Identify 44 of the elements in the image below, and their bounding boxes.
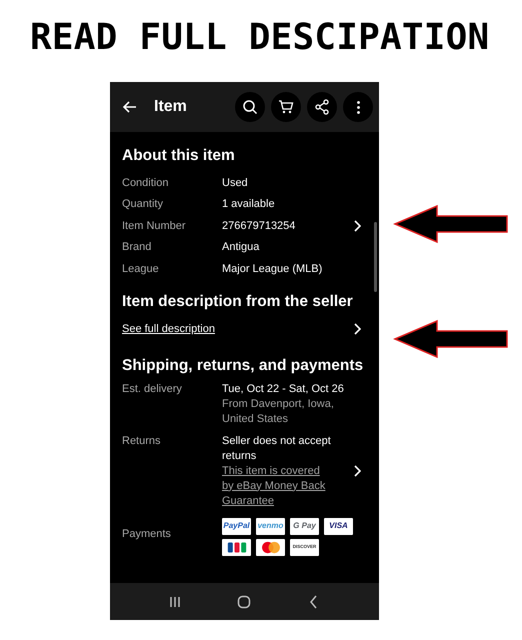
- chevron-icon[interactable]: [353, 465, 361, 477]
- spec-label: Returns: [122, 434, 162, 448]
- banner-title: READ FULL DESCIPATION: [30, 18, 490, 58]
- scrollbar: [374, 222, 377, 292]
- see-full-description-link[interactable]: See full description: [122, 322, 215, 334]
- spec-label: Condition: [122, 176, 170, 189]
- delivery-dates: Tue, Oct 22 - Sat, Oct 26: [222, 382, 345, 396]
- spec-value: 276679713254: [222, 220, 296, 232]
- section-heading: About this item: [122, 146, 235, 166]
- cart-button[interactable]: [271, 92, 301, 122]
- home-icon[interactable]: [237, 594, 252, 608]
- spec-value: Used: [222, 176, 248, 189]
- chevron-icon[interactable]: [353, 322, 361, 334]
- money-back-guarantee-link[interactable]: This item is covered by eBay Money Back Guarantee: [222, 464, 326, 508]
- payment-logo: venmo: [256, 518, 285, 534]
- recent-apps-icon[interactable]: [168, 594, 182, 608]
- app-bar-title: Item: [154, 98, 187, 116]
- section-heading: Shipping, returns, and payments: [122, 356, 364, 376]
- chevron-icon[interactable]: [353, 220, 361, 232]
- spec-label: Brand: [122, 241, 152, 254]
- spec-value: Antigua: [222, 241, 260, 254]
- payment-logo: PayPal: [222, 518, 251, 534]
- spec-label: Item Number: [122, 220, 187, 232]
- card-stripes-icon: [226, 542, 246, 552]
- spec-label: League: [122, 262, 160, 275]
- payment-logo: VISA: [324, 518, 353, 534]
- spec-label: Payments: [122, 526, 172, 542]
- delivery-origin: From Davenport, Iowa, United States: [222, 396, 335, 426]
- more-icon: [356, 100, 360, 114]
- more-button[interactable]: [343, 92, 373, 122]
- search-icon: [242, 99, 258, 115]
- share-icon: [314, 99, 330, 115]
- section-heading: Item description from the seller: [122, 292, 353, 312]
- cart-icon: [278, 99, 294, 115]
- spec-value: 1 available: [222, 198, 275, 210]
- spec-label: Quantity: [122, 198, 164, 210]
- returns-policy: Seller does not accept returns: [222, 434, 332, 464]
- spec-value: Major League (MLB): [222, 262, 322, 275]
- payment-logo: G Pay: [290, 518, 319, 534]
- share-button[interactable]: [307, 92, 337, 122]
- overlapping-circles-icon: [260, 540, 282, 554]
- spec-label: Est. delivery: [122, 382, 183, 396]
- search-button[interactable]: [235, 92, 265, 122]
- back-icon[interactable]: [122, 99, 138, 115]
